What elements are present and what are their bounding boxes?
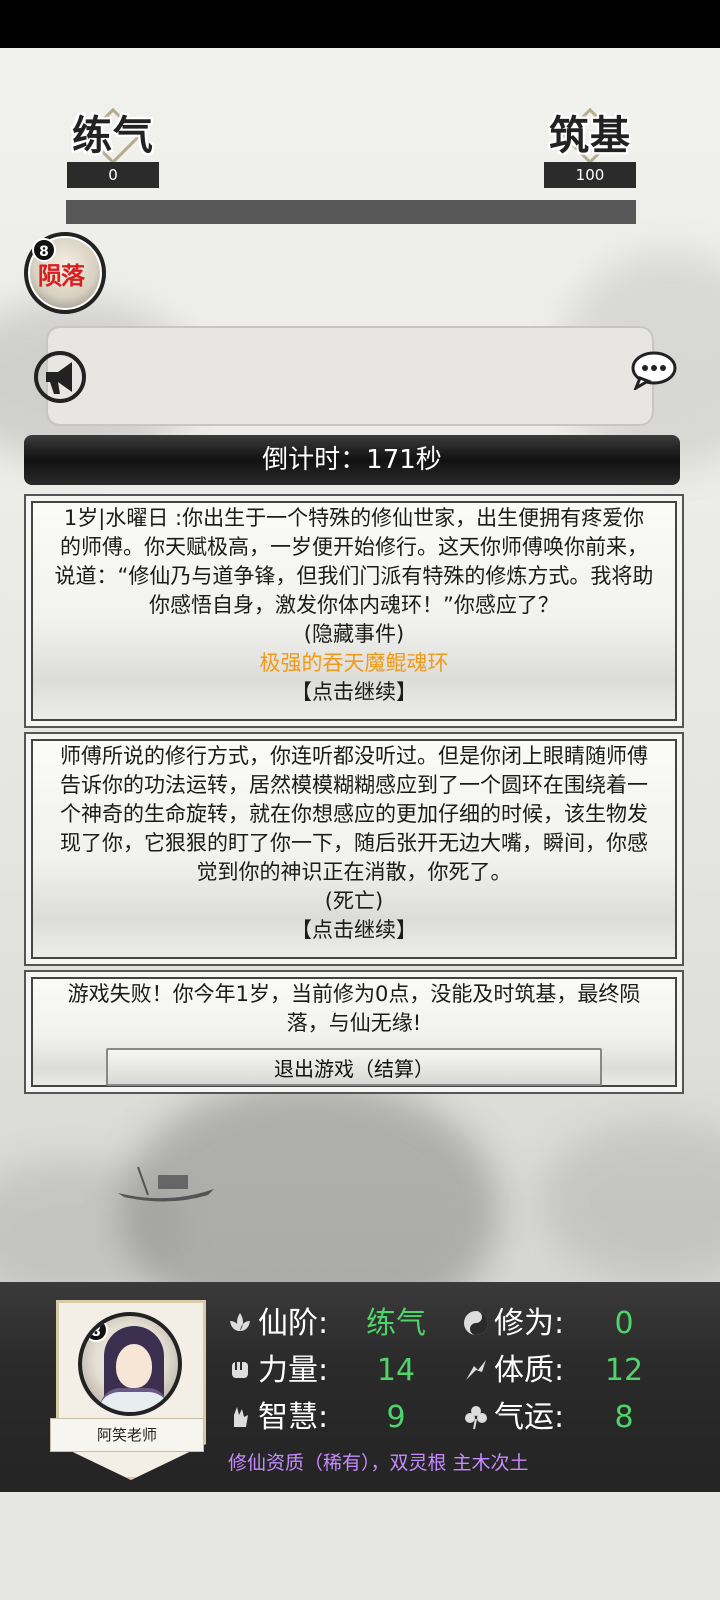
aptitude-text: 修仙资质（稀有），双灵根 主木次土 — [228, 1452, 529, 1474]
stat-label: 体质: — [494, 1353, 565, 1388]
current-realm-value: 0 — [67, 162, 159, 188]
current-realm-name: 练气 — [58, 112, 168, 160]
character-name: 阿笑老师 — [50, 1418, 204, 1452]
stat-wisdom: 智慧: — [226, 1398, 328, 1438]
stat-label: 仙阶: — [258, 1306, 329, 1341]
stat-cultivation: 修为: — [462, 1304, 564, 1344]
current-realm: 练气 0 — [58, 112, 168, 188]
hand-icon — [234, 1407, 248, 1427]
stat-realm: 仙阶: — [226, 1304, 328, 1344]
lotus-icon — [230, 1313, 250, 1331]
continue-link[interactable]: 【点击继续】 — [54, 678, 654, 707]
event-text: 1岁|水曜日 :你出生于一个特殊的修仙世家，出生便拥有疼爱你的师傅。你天赋极高，… — [54, 506, 654, 617]
stat-value: 练气 — [366, 1306, 426, 1341]
bottom-strip — [0, 1492, 720, 1600]
fallen-status: 陨落 — [38, 261, 85, 290]
stat-label: 智慧: — [258, 1400, 329, 1435]
message-box — [46, 326, 654, 426]
countdown-timer: 倒计时：171秒 — [24, 435, 680, 485]
event-card[interactable]: 1岁|水曜日 :你出生于一个特殊的修仙世家，出生便拥有疼爱你的师傅。你天赋极高，… — [24, 494, 684, 728]
yin-yang-icon — [464, 1311, 488, 1335]
event-text: 师傅所说的修行方式，你连听都没听过。但是你闭上眼睛随师傅告诉你的功法运转，居然模… — [60, 744, 648, 884]
clover-icon — [465, 1406, 487, 1430]
continue-link[interactable]: 【点击继续】 — [54, 916, 654, 945]
cultivation-progress-bar — [66, 200, 636, 224]
fist-icon — [232, 1362, 248, 1378]
face — [116, 1344, 152, 1388]
event-highlight: 极强的吞天魔鲲魂环 — [259, 651, 449, 675]
stat-constitution: 体质: — [462, 1351, 564, 1391]
exit-game-button[interactable]: 退出游戏（结算） — [106, 1048, 602, 1086]
level-badge: 8 — [84, 1318, 108, 1342]
stat-value: 14 — [376, 1353, 416, 1388]
event-tag: (隐藏事件) — [303, 622, 405, 646]
next-realm-value: 100 — [544, 162, 636, 188]
stat-row: 仙阶: 练气 修为: 0 — [226, 1304, 696, 1344]
stat-value: 9 — [386, 1400, 406, 1435]
next-realm-name: 筑基 — [535, 112, 645, 160]
result-text: 游戏失败！你今年1岁，当前修为0点，没能及时筑基，最终陨落，与仙无缘! — [67, 982, 641, 1035]
body-icon — [466, 1360, 486, 1380]
ink-decoration — [540, 1120, 720, 1280]
event-tag: (死亡) — [324, 889, 384, 913]
result-card: 游戏失败！你今年1岁，当前修为0点，没能及时筑基，最终陨落，与仙无缘! 退出游戏… — [24, 970, 684, 1094]
stat-label: 力量: — [258, 1353, 329, 1388]
stat-row: 力量: 14 体质: 12 — [226, 1351, 696, 1391]
stat-row: 智慧: 9 气运: 8 — [226, 1398, 696, 1438]
stat-value: 8 — [614, 1400, 634, 1435]
fallen-avatar[interactable]: 8 陨落 — [24, 232, 106, 314]
status-bar — [0, 0, 720, 48]
stat-value: 12 — [604, 1353, 644, 1388]
next-realm: 筑基 100 — [535, 112, 645, 188]
megaphone-icon[interactable] — [32, 350, 88, 404]
boat-illustration — [118, 1166, 214, 1202]
character-portrait[interactable]: 8 — [78, 1312, 182, 1416]
stat-luck: 气运: — [462, 1398, 564, 1438]
stat-label: 气运: — [494, 1400, 565, 1435]
stat-strength: 力量: — [226, 1351, 328, 1391]
chat-bubble-icon[interactable] — [630, 350, 678, 390]
stat-label: 修为: — [494, 1306, 565, 1341]
stat-value: 0 — [614, 1306, 634, 1341]
event-card[interactable]: 师傅所说的修行方式，你连听都没听过。但是你闭上眼睛随师傅告诉你的功法运转，居然模… — [24, 732, 684, 966]
robe — [100, 1388, 168, 1412]
